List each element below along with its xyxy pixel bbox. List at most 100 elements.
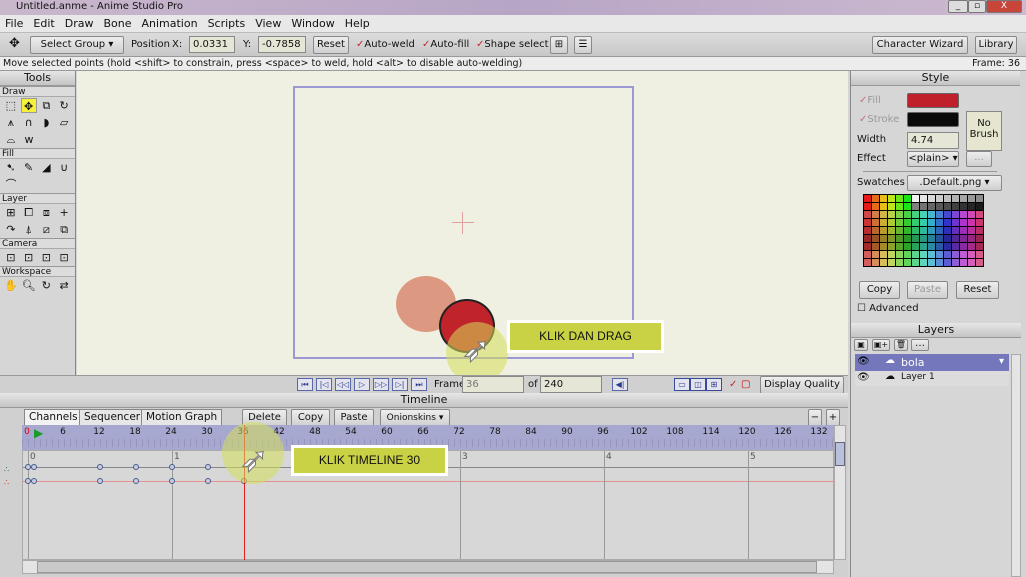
menu-help[interactable]: Help <box>340 15 375 32</box>
play-icon[interactable]: ▷ <box>354 378 370 391</box>
menu-bone[interactable]: Bone <box>98 15 136 32</box>
timeline-horizontal-scrollbar[interactable] <box>22 560 834 574</box>
set-origin-icon[interactable]: ⊞ <box>3 205 19 220</box>
keyframe[interactable] <box>205 464 211 470</box>
x-input[interactable]: 0.0331 <box>189 36 235 53</box>
curvature-icon[interactable]: ∩ <box>21 115 37 130</box>
layer-row-layer-1[interactable]: 👁 ☁ Layer 1 <box>855 371 1009 386</box>
rotate-layer-icon[interactable]: + <box>56 205 72 220</box>
orbit-icon[interactable]: ⇄ <box>56 278 72 293</box>
style-paste-button[interactable]: Paste <box>907 281 948 299</box>
step-back-start-icon[interactable]: |◁ <box>316 378 332 391</box>
perspective-icon[interactable]: ▱ <box>56 115 72 130</box>
y-input[interactable]: -0.7858 <box>258 36 306 53</box>
minimize-button[interactable]: _ <box>948 0 968 13</box>
stroke-color-swatch[interactable] <box>907 112 959 127</box>
zoom-icon[interactable]: 🔍︎ <box>21 278 37 293</box>
select-points-icon[interactable]: ⬚ <box>3 98 19 113</box>
keyframe[interactable] <box>133 464 139 470</box>
layer-options-icon[interactable]: … <box>911 339 929 351</box>
menu-window[interactable]: Window <box>286 15 339 32</box>
rotate-points-icon[interactable]: ↻ <box>56 98 72 113</box>
maximize-button[interactable]: ▫ <box>968 0 986 13</box>
character-wizard-button[interactable]: Character Wizard <box>872 36 968 54</box>
swatch-palette[interactable] <box>863 194 998 267</box>
visibility-eye-icon[interactable]: 👁 <box>857 356 870 367</box>
flip-icon[interactable]: ↷ <box>3 222 19 237</box>
select-group-dropdown[interactable]: Select Group ▾ <box>30 36 124 54</box>
shear-layer-icon[interactable]: ⍋ <box>21 222 37 237</box>
close-button[interactable]: X <box>986 0 1022 13</box>
auto-weld-checkbox[interactable]: ✓Auto-weld <box>356 37 415 53</box>
menu-draw[interactable]: Draw <box>60 15 99 32</box>
eyedropper-icon[interactable]: ✎ <box>21 160 37 175</box>
duplicate-layer-icon[interactable]: ▣+ <box>872 339 890 351</box>
stroke-exposure-icon[interactable]: ⌒ <box>3 177 19 192</box>
brush-button[interactable]: No Brush <box>966 111 1002 151</box>
step-end-icon[interactable]: ▷| <box>392 378 408 391</box>
view-split-icon[interactable]: ◫ <box>690 378 706 391</box>
total-frames-input[interactable]: 240 <box>540 376 602 393</box>
translate-layer-icon[interactable]: ⧠ <box>21 205 37 220</box>
fill-color-swatch[interactable] <box>907 93 959 108</box>
keyframe[interactable] <box>97 464 103 470</box>
add-point-icon[interactable]: ⩚ <box>3 115 19 130</box>
menu-animation[interactable]: Animation <box>136 15 202 32</box>
fast-forward-icon[interactable]: ⏭ <box>411 378 427 391</box>
timeline-vertical-scrollbar[interactable] <box>834 425 846 560</box>
menu-edit[interactable]: Edit <box>28 15 59 32</box>
noise-icon[interactable]: ᴡ <box>21 132 37 147</box>
layers-scrollbar[interactable] <box>1011 354 1021 577</box>
step-forward-icon[interactable]: ▷▷ <box>373 378 389 391</box>
stroke-checkbox[interactable]: ✓Stroke <box>859 112 899 128</box>
scale-layer-icon[interactable]: ⧈ <box>39 205 55 220</box>
swatches-dropdown[interactable]: .Default.png ▾ <box>907 175 1002 191</box>
step-back-icon[interactable]: ◁◁ <box>335 378 351 391</box>
keyframe[interactable] <box>133 478 139 484</box>
fill-checkbox[interactable]: ✓Fill <box>859 93 881 109</box>
new-layer-icon[interactable]: ▣ <box>854 339 868 351</box>
line-width-icon[interactable]: ◢ <box>39 160 55 175</box>
safe-area-checkbox[interactable]: ✓ <box>729 377 737 393</box>
view-quad-icon[interactable]: ⊞ <box>706 378 722 391</box>
tab-motion-graph[interactable]: Motion Graph <box>141 409 223 426</box>
visibility-eye-icon[interactable]: 👁 <box>857 372 870 383</box>
effect-dropdown[interactable]: <plain> ▾ <box>907 151 959 167</box>
roll-camera-icon[interactable]: ⊡ <box>39 250 55 265</box>
keyframe[interactable] <box>97 478 103 484</box>
effect-options-button[interactable]: ... <box>966 151 992 167</box>
keyframe[interactable] <box>205 478 211 484</box>
switch-layer-icon[interactable]: ⧉ <box>56 222 72 237</box>
style-reset-button[interactable]: Reset <box>956 281 999 299</box>
options-icon[interactable]: ☰ <box>574 36 592 54</box>
shear-icon[interactable]: ◗ <box>39 115 55 130</box>
auto-fill-checkbox[interactable]: ✓Auto-fill <box>422 37 469 53</box>
track-camera-icon[interactable]: ⊡ <box>3 250 19 265</box>
style-copy-button[interactable]: Copy <box>859 281 900 299</box>
select-shape-icon[interactable]: ➷ <box>3 160 19 175</box>
frame-input[interactable]: 36 <box>462 376 524 393</box>
pan-camera-icon[interactable]: ⊡ <box>56 250 72 265</box>
tab-channels[interactable]: Channels <box>24 409 83 426</box>
zoom-camera-icon[interactable]: ⊡ <box>21 250 37 265</box>
keyframe[interactable] <box>169 478 175 484</box>
delete-layer-icon[interactable]: 🗑︎ <box>894 339 908 351</box>
record-icon[interactable]: ▢ <box>741 377 750 393</box>
bend-icon[interactable]: ⌓ <box>3 132 19 147</box>
keyframe[interactable] <box>31 464 37 470</box>
shape-select-checkbox[interactable]: ✓Shape select <box>476 37 549 53</box>
display-quality-dropdown[interactable]: Display Quality ▾ <box>760 376 844 406</box>
volume-icon[interactable]: ◀| <box>612 378 628 391</box>
keyframe[interactable] <box>169 464 175 470</box>
translate-points-icon[interactable]: ✥ <box>20 98 37 113</box>
width-input[interactable]: 4.74 <box>907 132 959 149</box>
menu-view[interactable]: View <box>250 15 286 32</box>
reset-button[interactable]: Reset <box>313 36 349 54</box>
view-single-icon[interactable]: ▭ <box>674 378 690 391</box>
menu-file[interactable]: File <box>0 15 28 32</box>
color-swatch[interactable] <box>975 258 984 267</box>
advanced-checkbox[interactable]: ☐ Advanced <box>857 301 919 317</box>
layer-row-bola[interactable]: 👁 ☁ bola ▾ <box>855 354 1009 371</box>
tab-sequencer[interactable]: Sequencer <box>79 409 146 426</box>
weld-tool-icon[interactable]: ⊞ <box>550 36 568 54</box>
